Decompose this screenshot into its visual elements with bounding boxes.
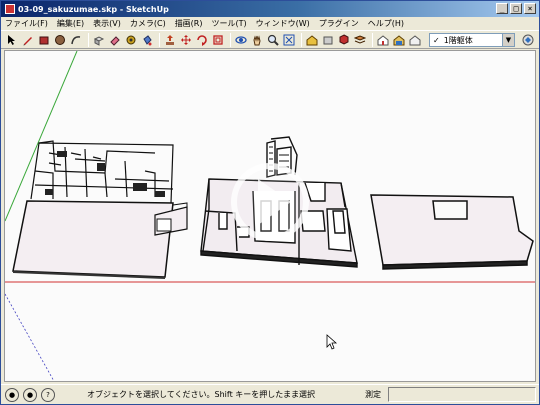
style-icon[interactable]	[376, 33, 390, 47]
geo-icon[interactable]: ●	[5, 387, 19, 402]
minimize-button[interactable]: _	[496, 3, 508, 14]
house-icon[interactable]	[408, 33, 422, 47]
mouse-cursor	[326, 334, 338, 350]
toolbar-separator	[230, 32, 231, 47]
push-pull-icon[interactable]	[163, 33, 177, 47]
maximize-button[interactable]: □	[510, 3, 522, 14]
share-icon[interactable]	[321, 33, 335, 47]
texture-icon[interactable]	[392, 33, 406, 47]
measurements-field[interactable]	[388, 387, 536, 402]
green-axis	[5, 51, 78, 222]
zoom-extents-icon[interactable]	[282, 33, 296, 47]
pan-icon[interactable]	[250, 33, 264, 47]
menu-edit[interactable]: 編集(E)	[57, 18, 84, 29]
move-icon[interactable]	[179, 33, 193, 47]
sketchup-app-icon	[5, 4, 15, 14]
eraser-icon[interactable]	[108, 33, 122, 47]
menu-tools[interactable]: ツール(T)	[212, 18, 247, 29]
pencil-icon[interactable]	[21, 33, 35, 47]
layer-checkmark: ✓	[433, 35, 440, 45]
window-title: 03-09_sakuzumae.skp - SketchUp	[18, 4, 169, 14]
floor-plan-model	[12, 140, 188, 279]
menu-camera[interactable]: カメラ(C)	[130, 18, 166, 29]
second-floor-slab	[370, 194, 534, 270]
circle-icon[interactable]	[53, 33, 67, 47]
status-help-text: オブジェクトを選択してください。Shift キーを押したまま選択	[87, 390, 316, 399]
title-bar[interactable]: 03-09_sakuzumae.skp - SketchUp _ □ ×	[1, 1, 539, 17]
close-button[interactable]: ×	[524, 3, 536, 14]
rotate-icon[interactable]	[195, 33, 209, 47]
measurements-label: 測定	[365, 390, 381, 399]
select-icon[interactable]	[5, 33, 19, 47]
make-component-icon[interactable]	[92, 33, 106, 47]
play-icon	[231, 163, 309, 241]
tape-measure-icon[interactable]	[124, 33, 138, 47]
component-icon[interactable]	[337, 33, 351, 47]
info-icon[interactable]: ?	[41, 387, 55, 402]
rectangle-icon[interactable]	[37, 33, 51, 47]
warehouse-icon[interactable]	[305, 33, 319, 47]
menu-help[interactable]: ヘルプ(H)	[368, 18, 404, 29]
paint-bucket-icon[interactable]	[140, 33, 154, 47]
layer-dropdown-value: 1階躯体	[443, 35, 473, 45]
menu-window[interactable]: ウィンドウ(W)	[256, 18, 310, 29]
zoom-icon[interactable]	[266, 33, 280, 47]
layer-icon[interactable]	[353, 33, 367, 47]
blue-axis	[5, 293, 55, 381]
layer-manager-icon[interactable]	[521, 33, 535, 47]
toolbar-separator	[159, 32, 160, 47]
toolbar-separator	[88, 32, 89, 47]
chevron-down-icon[interactable]: ▼	[502, 34, 514, 46]
toolbar-separator	[372, 32, 373, 47]
menu-plugins[interactable]: プラグイン	[319, 18, 359, 29]
menu-bar: ファイル(F) 編集(E) 表示(V) カメラ(C) 描画(R) ツール(T) …	[1, 17, 539, 30]
arc-icon[interactable]	[69, 33, 83, 47]
menu-file[interactable]: ファイル(F)	[5, 18, 48, 29]
main-toolbar: ✓ 1階躯体 ▼	[1, 30, 539, 49]
3d-viewport[interactable]	[4, 50, 536, 382]
credit-icon[interactable]: ●	[23, 387, 37, 402]
toolbar-separator	[301, 32, 302, 47]
orbit-icon[interactable]	[234, 33, 248, 47]
status-bar: ● ● ? オブジェクトを選択してください。Shift キーを押したまま選択 測…	[1, 384, 539, 404]
offset-icon[interactable]	[211, 33, 225, 47]
layer-dropdown[interactable]: ✓ 1階躯体 ▼	[429, 33, 515, 47]
menu-draw[interactable]: 描画(R)	[175, 18, 203, 29]
sketchup-window: 03-09_sakuzumae.skp - SketchUp _ □ × ファイ…	[0, 0, 540, 405]
menu-view[interactable]: 表示(V)	[93, 18, 121, 29]
